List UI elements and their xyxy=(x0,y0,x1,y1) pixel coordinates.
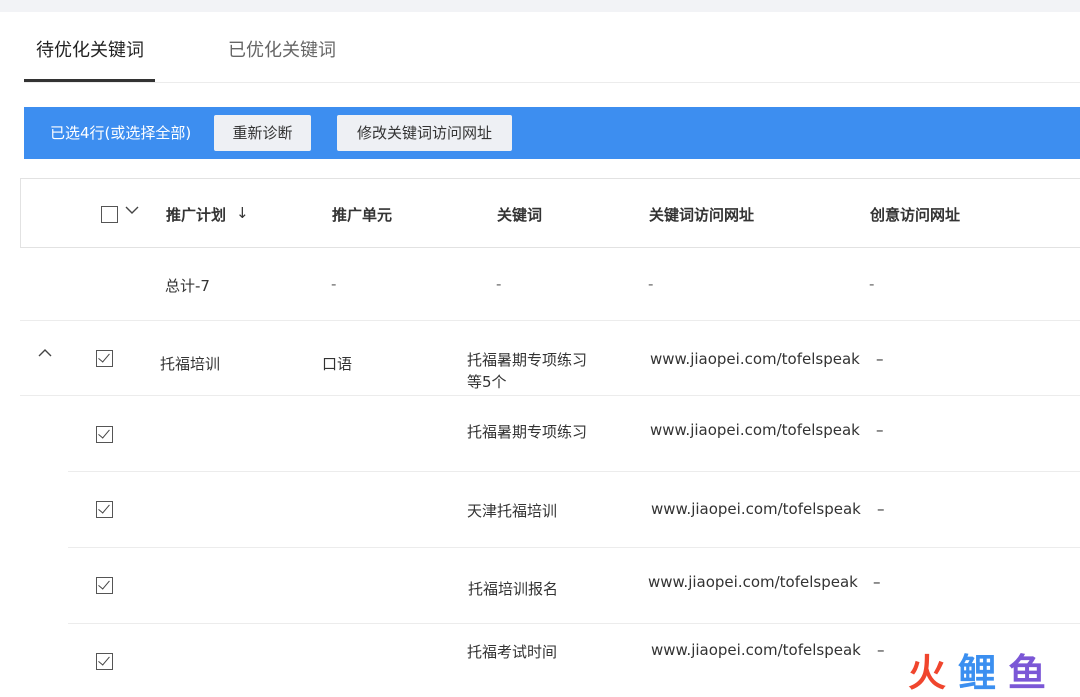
header-creative-url: 创意访问网址 xyxy=(870,206,961,224)
batch-action-bar: 已选4行(或选择全部) 重新诊断 修改关键词访问网址 xyxy=(24,107,1080,159)
watermark-char-2: 鲤 xyxy=(958,651,997,695)
row-checkbox[interactable] xyxy=(96,426,113,443)
table-row: 托福培训报名 www.jiaopei.com/tofelspeak – xyxy=(68,549,1080,624)
chevron-down-icon[interactable] xyxy=(125,203,139,219)
row-keyword: 托福暑期专项练习 xyxy=(467,423,588,441)
row-checkbox[interactable] xyxy=(96,577,113,594)
group-row: 托福培训 口语 托福暑期专项练习 等5个 www.jiaopei.com/tof… xyxy=(20,322,1080,396)
group-creative-url: – xyxy=(876,350,884,368)
group-plan[interactable]: 托福培训 xyxy=(160,353,220,374)
header-keyword-url: 关键词访问网址 xyxy=(649,206,755,224)
header-unit: 推广单元 xyxy=(332,206,393,224)
row-keyword-url[interactable]: www.jiaopei.com/tofelspeak xyxy=(651,641,861,659)
group-keyword-url[interactable]: www.jiaopei.com/tofelspeak xyxy=(650,350,860,368)
table-header: 推广计划 ↓ 推广单元 关键词 关键词访问网址 创意访问网址 xyxy=(20,178,1080,248)
brand-watermark: 火 鲤 鱼 xyxy=(908,642,1058,695)
tab-pending-keywords[interactable]: 待优化关键词 xyxy=(36,36,144,62)
row-creative-url: – xyxy=(877,641,885,659)
active-tab-indicator xyxy=(24,79,155,82)
total-creative-url: - xyxy=(869,275,875,293)
tab-optimized-keywords[interactable]: 已优化关键词 xyxy=(228,36,336,62)
row-keyword-url[interactable]: www.jiaopei.com/tofelspeak xyxy=(650,421,860,439)
row-keyword: 托福培训报名 xyxy=(468,580,559,598)
total-keyword-url: - xyxy=(648,275,654,293)
table-row: 托福暑期专项练习 www.jiaopei.com/tofelspeak – xyxy=(68,397,1080,472)
watermark-char-3: 鱼 xyxy=(1008,651,1047,695)
top-strip xyxy=(0,0,1080,12)
group-keyword-line1: 托福暑期专项练习 xyxy=(467,351,588,369)
row-creative-url: – xyxy=(877,500,885,518)
row-keyword-url[interactable]: www.jiaopei.com/tofelspeak xyxy=(648,573,858,591)
row-checkbox[interactable] xyxy=(96,653,113,670)
group-unit[interactable]: 口语 xyxy=(322,353,352,374)
header-keyword: 关键词 xyxy=(497,206,543,224)
total-label: 总计-7 xyxy=(165,277,210,295)
watermark-char-1: 火 xyxy=(908,651,947,695)
total-keyword: - xyxy=(496,275,502,293)
table-row: 天津托福培训 www.jiaopei.com/tofelspeak – xyxy=(68,473,1080,548)
row-keyword-url[interactable]: www.jiaopei.com/tofelspeak xyxy=(651,500,861,518)
modify-keyword-url-button[interactable]: 修改关键词访问网址 xyxy=(337,115,512,151)
row-keyword: 托福考试时间 xyxy=(467,643,558,661)
total-unit: - xyxy=(331,275,337,293)
row-creative-url: – xyxy=(873,573,881,591)
collapse-chevron-up-icon[interactable] xyxy=(38,346,52,362)
row-keyword: 天津托福培训 xyxy=(467,502,558,520)
row-checkbox[interactable] xyxy=(96,501,113,518)
group-row-checkbox[interactable] xyxy=(96,350,113,367)
row-creative-url: – xyxy=(876,421,884,439)
total-row: 总计-7 - - - - xyxy=(20,249,1080,321)
tab-bar: 待优化关键词 已优化关键词 xyxy=(24,12,1080,83)
group-keyword-line2: 等5个 xyxy=(467,373,507,391)
header-plan[interactable]: 推广计划 xyxy=(166,204,226,225)
sort-arrow-icon[interactable]: ↓ xyxy=(236,204,249,222)
selection-count-text[interactable]: 已选4行(或选择全部) xyxy=(50,122,191,143)
rediagnose-button[interactable]: 重新诊断 xyxy=(214,115,311,151)
select-all-checkbox[interactable] xyxy=(101,206,118,223)
